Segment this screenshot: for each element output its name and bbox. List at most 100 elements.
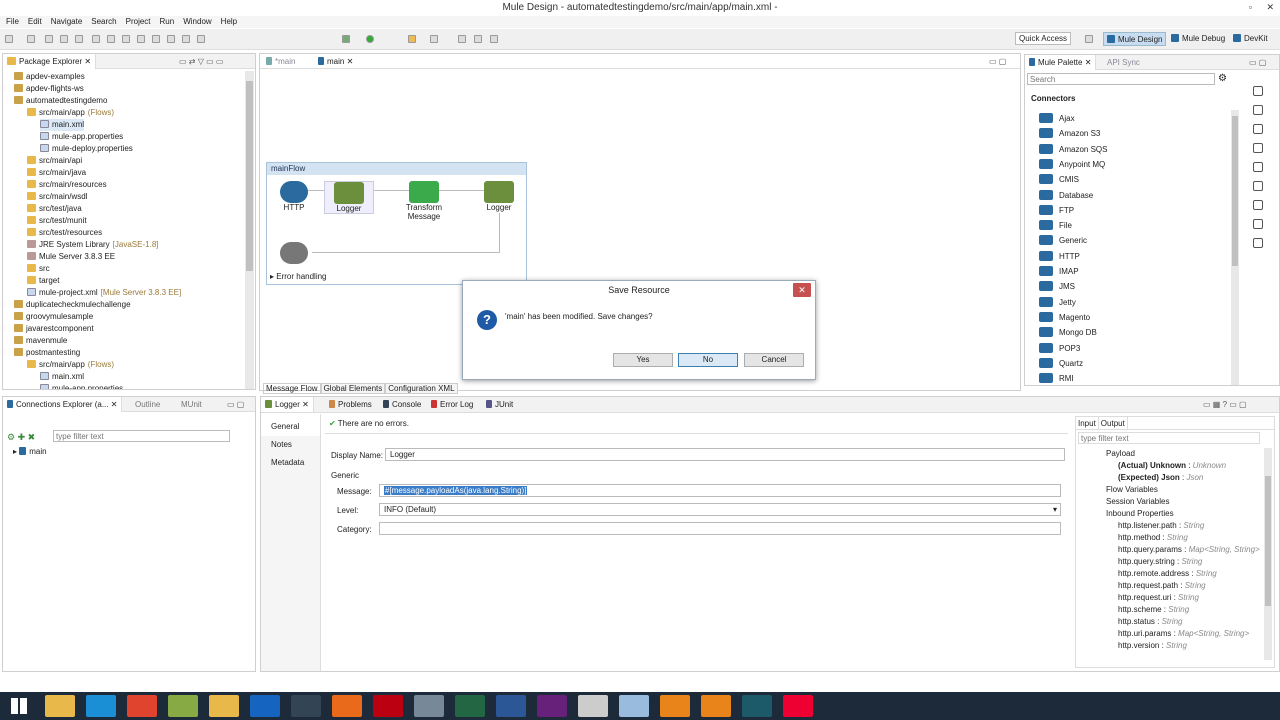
tree-item[interactable]: JRE System Library [JavaSE-1.8] [27, 239, 159, 251]
no-button[interactable]: No [678, 353, 738, 367]
forward-icon[interactable] [430, 35, 438, 43]
http-node[interactable]: HTTP [269, 181, 319, 212]
taskbar-outlook-icon[interactable] [250, 695, 280, 717]
editor-window-controls[interactable]: ▭ ▢ [985, 54, 1010, 69]
connector-pop3[interactable]: POP3 [1039, 342, 1080, 356]
search-icon[interactable] [137, 35, 145, 43]
connector-ftp[interactable]: FTP [1039, 204, 1074, 218]
maximize-button[interactable]: ▫ [1249, 2, 1252, 12]
taskbar-terminal-icon[interactable] [455, 695, 485, 717]
metadata-node[interactable]: http.request.uri : String [1118, 592, 1199, 604]
connections-window-controls[interactable]: ▭ ▢ [223, 397, 248, 412]
side-tab-notes[interactable]: Notes [261, 436, 320, 454]
taskbar-app16-icon[interactable] [660, 695, 690, 717]
palette-window-controls[interactable]: ▭ ▢ [1245, 55, 1270, 70]
palette-scroll-thumb[interactable] [1232, 116, 1238, 266]
tree-item[interactable]: duplicatecheckmulechallenge [14, 299, 131, 311]
category-field[interactable] [379, 522, 1061, 535]
connector-jetty[interactable]: Jetty [1039, 296, 1076, 310]
taskbar-notepad-icon[interactable] [578, 695, 608, 717]
taskbar-chrome-icon[interactable] [127, 695, 157, 717]
metadata-node[interactable]: Session Variables [1106, 496, 1169, 508]
cancel-button[interactable]: Cancel [744, 353, 804, 367]
taskbar-start-icon[interactable] [4, 695, 34, 717]
tab-junit[interactable]: JUnit [482, 397, 517, 412]
tree-item[interactable]: target [27, 275, 59, 287]
metadata-node[interactable]: http.request.path : String [1118, 580, 1206, 592]
mark-icon[interactable] [182, 35, 190, 43]
taskbar-anypoint-studio-icon[interactable] [742, 695, 772, 717]
connector-jms[interactable]: JMS [1039, 280, 1075, 294]
toggle-icon[interactable] [167, 35, 175, 43]
new-icon[interactable] [5, 35, 13, 43]
metadata-node[interactable]: (Expected) Json : Json [1118, 472, 1203, 484]
metadata-filter-input[interactable] [1078, 432, 1260, 444]
run-icon[interactable] [366, 35, 374, 43]
taskbar-app15-icon[interactable] [619, 695, 649, 717]
debug-icon[interactable] [342, 35, 350, 43]
taskbar-app4-icon[interactable] [168, 695, 198, 717]
taskbar-app17-icon[interactable] [701, 695, 731, 717]
open-type-icon[interactable] [122, 35, 130, 43]
yes-button[interactable]: Yes [613, 353, 673, 367]
connector-anypoint-mq[interactable]: Anypoint MQ [1039, 158, 1105, 172]
save-icon[interactable] [45, 35, 53, 43]
quick-access-input[interactable]: Quick Access [1015, 32, 1071, 45]
connector-amazon-s3[interactable]: Amazon S3 [1039, 127, 1100, 141]
menu-window[interactable]: Window [183, 16, 211, 28]
menu-edit[interactable]: Edit [28, 16, 42, 28]
tab-outline[interactable]: Outline [131, 397, 164, 412]
tree-item[interactable]: src/main/app (Flows) [27, 107, 114, 119]
http-response-node[interactable] [269, 242, 319, 264]
taskbar-acrobat-icon[interactable] [373, 695, 403, 717]
tab-api-sync[interactable]: API Sync [1103, 55, 1144, 70]
tab-mule-palette[interactable]: Mule Palette ✕ [1025, 55, 1097, 70]
menu-navigate[interactable]: Navigate [51, 16, 83, 28]
connection-item-main[interactable]: ▸ main [13, 447, 47, 456]
message-field[interactable]: #[message.payloadAs(java.lang.String)] [379, 484, 1061, 497]
logger-node-1[interactable]: Logger [324, 181, 374, 214]
format-icon[interactable] [152, 35, 160, 43]
taskbar-skype-icon[interactable] [86, 695, 116, 717]
prev-edit-icon[interactable] [474, 35, 482, 43]
metadata-node[interactable]: http.listener.path : String [1118, 520, 1204, 532]
open-perspective-icon[interactable] [1085, 35, 1093, 43]
connector-imap[interactable]: IMAP [1039, 265, 1079, 279]
package-scrollbar[interactable] [245, 71, 254, 389]
print-icon[interactable] [75, 35, 83, 43]
tab-input[interactable]: Input [1076, 417, 1099, 429]
back-icon[interactable] [408, 35, 416, 43]
error-handling-icon[interactable] [1253, 219, 1263, 229]
logger-node-2[interactable]: Logger [474, 181, 524, 212]
tree-item[interactable]: automatedtestingdemo [14, 95, 107, 107]
tool-icon[interactable] [27, 35, 35, 43]
tree-item[interactable]: mule-app.properties [40, 383, 123, 389]
connector-http[interactable]: HTTP [1039, 250, 1080, 264]
pin-icon[interactable] [197, 35, 205, 43]
perspective-mule-debug[interactable]: Mule Debug [1168, 32, 1228, 46]
component-icon[interactable] [1253, 143, 1263, 153]
tree-item[interactable]: src/test/munit [27, 215, 87, 227]
gear-icon[interactable]: ⚙ [1218, 73, 1227, 84]
taskbar-file-manager-icon[interactable] [209, 695, 239, 717]
menu-run[interactable]: Run [160, 16, 175, 28]
build-icon[interactable] [92, 35, 100, 43]
connector-mongo-db[interactable]: Mongo DB [1039, 326, 1097, 340]
tree-item[interactable]: mavenmule [14, 335, 67, 347]
connector-amazon-sqs[interactable]: Amazon SQS [1039, 143, 1107, 157]
tree-item[interactable]: src/test/resources [27, 227, 102, 239]
main-flow[interactable]: mainFlow HTTP Logger Transform Message L… [266, 162, 527, 285]
tree-item[interactable]: mule-deploy.properties [40, 143, 133, 155]
taskbar-word-icon[interactable] [496, 695, 526, 717]
tree-item[interactable]: groovymulesample [14, 311, 93, 323]
tree-item[interactable]: main.xml [40, 371, 84, 383]
tree-item[interactable]: mule-project.xml [Mule Server 3.8.3 EE] [27, 287, 181, 299]
connections-filter-input[interactable] [53, 430, 230, 442]
metadata-node[interactable]: Flow Variables [1106, 484, 1158, 496]
metadata-node[interactable]: http.scheme : String [1118, 604, 1189, 616]
tab-problems[interactable]: Problems [325, 397, 376, 412]
dialog-close-button[interactable]: ✕ [793, 283, 811, 297]
connector-database[interactable]: Database [1039, 189, 1093, 203]
palette-scrollbar[interactable] [1231, 110, 1239, 385]
metadata-node[interactable]: http.query.params : Map<String, String> [1118, 544, 1260, 556]
